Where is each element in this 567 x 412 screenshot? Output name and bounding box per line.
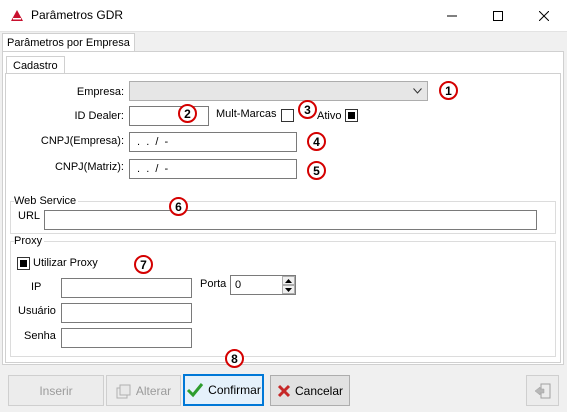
tab-parametros-por-empresa[interactable]: Parâmetros por Empresa [2, 33, 135, 52]
chevron-down-icon [413, 88, 422, 94]
tab-cadastro[interactable]: Cadastro [6, 56, 65, 74]
utilizar-proxy-checkbox[interactable] [17, 257, 30, 270]
app-logo-icon [11, 10, 23, 21]
badge-4: 4 [307, 132, 326, 151]
ativo-checkbox[interactable] [345, 109, 358, 122]
badge-1: 1 [439, 81, 458, 100]
id-dealer-input[interactable] [129, 106, 209, 126]
url-input[interactable] [44, 210, 537, 230]
ativo-label: Ativo [317, 110, 342, 122]
ip-label: IP [31, 281, 42, 293]
badge-2: 2 [178, 104, 197, 123]
edit-icon [116, 384, 131, 398]
exit-door-icon [534, 383, 550, 398]
checkmark-icon [187, 383, 204, 398]
badge-8: 8 [225, 349, 244, 368]
badge-7: 7 [134, 255, 153, 274]
confirmar-button-label: Confirmar [208, 383, 261, 397]
web-service-title: Web Service [14, 195, 79, 207]
proxy-title: Proxy [14, 235, 45, 247]
alterar-button-label: Alterar [135, 383, 172, 398]
utilizar-proxy-label: Utilizar Proxy [33, 257, 98, 269]
cancelar-button[interactable]: Cancelar [270, 375, 350, 406]
badge-6: 6 [169, 197, 188, 216]
usuario-input[interactable] [61, 303, 192, 323]
confirmar-button[interactable]: Confirmar [183, 374, 264, 406]
title-bar: Parâmetros GDR [0, 0, 567, 31]
mult-marcas-checkbox[interactable] [281, 109, 294, 122]
minimize-icon [447, 15, 457, 16]
inserir-button-label: Inserir [39, 383, 73, 398]
empresa-label: Empresa: [76, 86, 124, 98]
usuario-label: Usuário [18, 305, 56, 317]
window-title: Parâmetros GDR [31, 8, 124, 22]
cnpj-matriz-label: CNPJ(Matriz): [54, 161, 124, 173]
senha-input[interactable] [61, 328, 192, 348]
porta-spin-up[interactable] [282, 276, 295, 285]
url-label: URL [18, 210, 41, 222]
exit-button[interactable] [526, 375, 559, 406]
cancel-x-icon [277, 384, 291, 397]
close-button[interactable] [521, 0, 567, 31]
badge-3: 3 [298, 100, 317, 119]
maximize-button[interactable] [475, 0, 521, 31]
senha-label: Senha [24, 330, 56, 342]
badge-5: 5 [307, 161, 326, 180]
cnpj-empresa-input[interactable]: . . / - [129, 132, 297, 152]
maximize-icon [493, 10, 503, 21]
cancelar-button-label: Cancelar [294, 383, 344, 398]
chevron-up-icon [285, 278, 292, 283]
minimize-button[interactable] [429, 0, 475, 31]
ip-input[interactable] [61, 278, 192, 298]
porta-label: Porta [200, 278, 227, 290]
mult-marcas-label: Mult-Marcas [216, 108, 277, 120]
cnpj-empresa-label: CNPJ(Empresa): [40, 135, 124, 147]
cnpj-matriz-input[interactable]: . . / - [129, 159, 297, 179]
empresa-select[interactable] [129, 81, 428, 101]
inserir-button[interactable]: Inserir [8, 375, 104, 406]
alterar-button[interactable]: Alterar [106, 375, 181, 406]
close-icon [539, 10, 549, 21]
chevron-down-icon [285, 287, 292, 292]
id-dealer-label: ID Dealer: [74, 110, 124, 122]
porta-spin-down[interactable] [282, 285, 295, 294]
